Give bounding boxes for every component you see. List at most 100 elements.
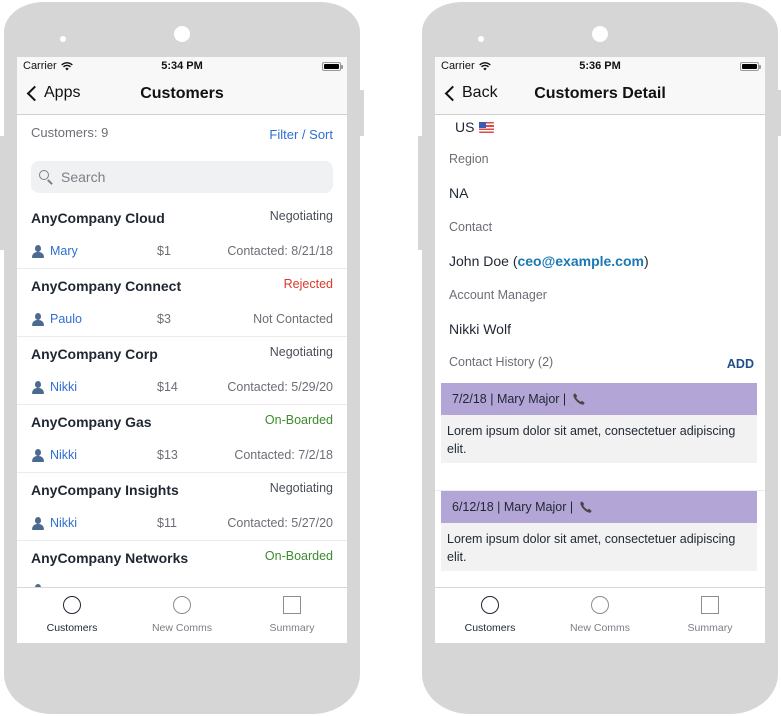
circle-icon [63, 596, 81, 614]
history-body: Lorem ipsum dolor sit amet, consectetuer… [441, 523, 757, 571]
tab-bar: Customers New Comms Summary [17, 587, 347, 643]
owner-name: Nikki [50, 448, 78, 462]
sensor-dot [60, 36, 66, 42]
status-badge: Rejected [283, 277, 333, 291]
tab-new-comms[interactable]: New Comms [127, 588, 237, 643]
tab-bar: Customers New Comms Summary [435, 587, 765, 643]
status-badge: Negotiating [269, 481, 333, 495]
history-header-text: 7/2/18 | Mary Major | [452, 392, 567, 406]
account-manager-label: Account Manager [449, 288, 547, 302]
country: US [455, 119, 495, 135]
phone-icon [580, 501, 592, 513]
region-label: Region [449, 152, 489, 166]
account-manager-value: Nikki Wolf [449, 321, 511, 337]
customer-count: Customers: 9 [31, 125, 109, 140]
phone-icon [573, 393, 585, 405]
navigation-bar: Back Customers Detail [435, 77, 765, 115]
tab-summary[interactable]: Summary [655, 588, 765, 643]
owner-name: Paulo [50, 312, 82, 326]
battery-icon [322, 62, 343, 71]
status-badge: On-Boarded [264, 413, 333, 427]
search-bar[interactable] [31, 161, 333, 193]
tab-label: New Comms [151, 622, 213, 634]
contact-label: Contact [449, 220, 493, 234]
person-icon [31, 312, 45, 326]
owner-name: Nikki [50, 516, 78, 530]
tab-label: Customers [464, 622, 516, 634]
contact-history-label: Contact History (2) [449, 355, 554, 369]
status-bar: Carrier 5:34 PM [17, 57, 347, 77]
status-bar: Carrier 5:36 PM [435, 57, 765, 77]
tab-label: Summary [687, 622, 733, 634]
contact-status: Not Contacted [253, 312, 333, 326]
owner-link[interactable]: Nikki [31, 380, 77, 394]
clock: 5:34 PM [161, 60, 203, 72]
history-item[interactable]: 7/2/18 | Mary Major | Lorem ipsum dolor … [441, 383, 757, 463]
customer-name: AnyCompany Connect [31, 278, 182, 294]
customer-row[interactable]: AnyCompany Insights Negotiating Nikki $1… [17, 473, 347, 541]
owner-name: Mary [50, 244, 78, 258]
contact-status: Contacted: 5/27/20 [227, 516, 333, 530]
clock: 5:36 PM [579, 60, 621, 72]
owner-link[interactable]: Mary [31, 244, 78, 258]
camera-dot [174, 26, 190, 42]
person-icon [31, 448, 45, 462]
filter-sort-button[interactable]: Filter / Sort [269, 127, 333, 142]
amount: $14 [157, 380, 178, 394]
page-title: Customers [140, 85, 224, 102]
owner-link[interactable]: Nikki [31, 516, 77, 530]
tab-label: Summary [269, 622, 315, 634]
person-icon [31, 516, 45, 530]
customer-row[interactable]: AnyCompany Cloud Negotiating Mary $1 Con… [17, 201, 347, 269]
contact-suffix: ) [643, 253, 649, 269]
page-title: Customers Detail [534, 85, 666, 102]
square-icon [283, 596, 301, 614]
customer-name: AnyCompany Gas [31, 414, 152, 430]
owner-link[interactable]: Paulo [31, 312, 82, 326]
email-link[interactable]: ceo@example.com [517, 253, 644, 269]
owner-link[interactable]: Nikki [31, 448, 77, 462]
tab-label: Customers [46, 622, 98, 634]
region-value: NA [449, 185, 469, 201]
customer-list: AnyCompany Cloud Negotiating Mary $1 Con… [17, 201, 347, 609]
screen: Carrier 5:36 PM Back Customers Detail US… [435, 57, 765, 643]
status-badge: Negotiating [269, 209, 333, 223]
screen: Carrier 5:34 PM Apps Customers Customers… [17, 57, 347, 643]
customer-name: AnyCompany Networks [31, 550, 189, 566]
history-header: 6/12/18 | Mary Major | [441, 491, 757, 523]
history-header: 7/2/18 | Mary Major | [441, 383, 757, 415]
status-badge: On-Boarded [264, 549, 333, 563]
add-history-button[interactable]: ADD [727, 357, 754, 371]
history-item[interactable]: 6/12/18 | Mary Major | Lorem ipsum dolor… [441, 491, 757, 571]
customer-row[interactable]: AnyCompany Corp Negotiating Nikki $14 Co… [17, 337, 347, 405]
square-icon [701, 596, 719, 614]
status-badge: Negotiating [269, 345, 333, 359]
tab-new-comms[interactable]: New Comms [545, 588, 655, 643]
circle-icon [173, 596, 191, 614]
contact-status: Contacted: 8/21/18 [227, 244, 333, 258]
customer-name: AnyCompany Insights [31, 482, 179, 498]
person-icon [31, 244, 45, 258]
tab-summary[interactable]: Summary [237, 588, 347, 643]
tab-customers[interactable]: Customers [17, 588, 127, 643]
amount: $1 [157, 244, 171, 258]
amount: $3 [157, 312, 171, 326]
customer-row[interactable]: AnyCompany Connect Rejected Paulo $3 Not… [17, 269, 347, 337]
contact-status: Contacted: 5/29/20 [227, 380, 333, 394]
contact-status: Contacted: 7/2/18 [234, 448, 333, 462]
circle-icon [481, 596, 499, 614]
customer-name: AnyCompany Corp [31, 346, 158, 362]
contact-name: John Doe ( [449, 253, 518, 269]
history-body: Lorem ipsum dolor sit amet, consectetuer… [441, 415, 757, 463]
phone-customer-detail: Carrier 5:36 PM Back Customers Detail US… [418, 2, 781, 716]
customer-row[interactable]: AnyCompany Gas On-Boarded Nikki $13 Cont… [17, 405, 347, 473]
search-input[interactable] [61, 169, 311, 185]
tab-customers[interactable]: Customers [435, 588, 545, 643]
amount: $13 [157, 448, 178, 462]
navigation-bar: Apps Customers [17, 77, 347, 115]
country-value: US [455, 119, 475, 135]
tab-label: New Comms [569, 622, 631, 634]
list-header: Customers: 9 Filter / Sort [17, 115, 347, 151]
search-icon [39, 170, 53, 185]
phone-customers-list: Carrier 5:34 PM Apps Customers Customers… [0, 2, 364, 716]
